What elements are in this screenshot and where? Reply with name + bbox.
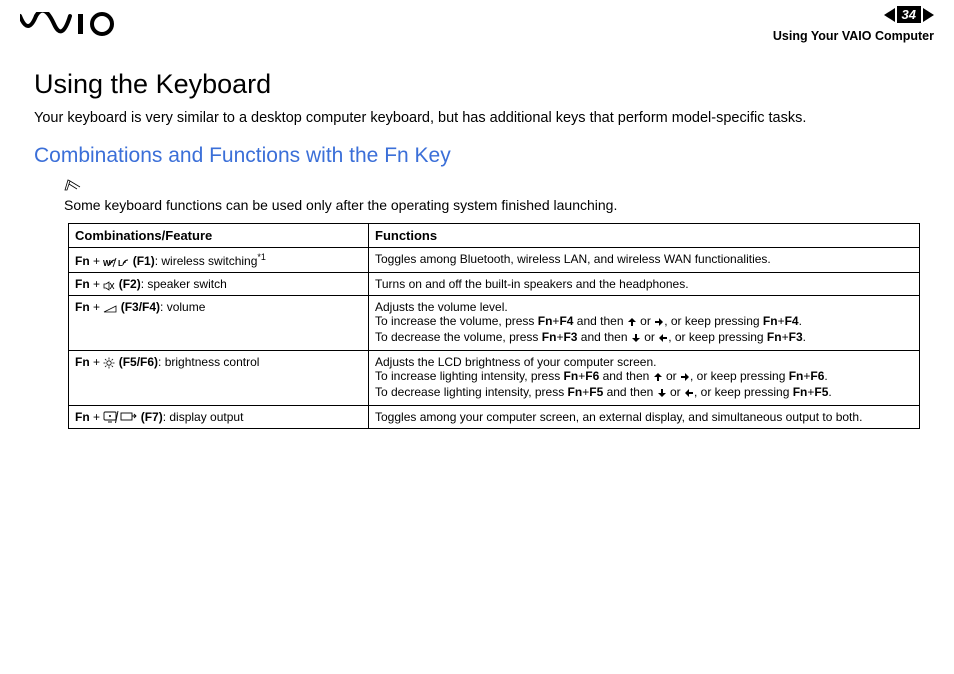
arrow-right-icon: [654, 316, 664, 330]
note-icon: [64, 178, 920, 197]
arrow-down-icon: [657, 387, 667, 401]
note: Some keyboard functions can be used only…: [34, 178, 920, 213]
combo-cell: Fn + WL (F1): wireless switching*1: [69, 247, 369, 272]
page-title: Using the Keyboard: [34, 69, 920, 100]
combo-cell: Fn + (F7): display output: [69, 405, 369, 428]
table-row: Fn + (F7): display output Toggles among …: [69, 405, 920, 428]
wireless-icon: WL: [103, 254, 129, 268]
table-row: Fn + (F3/F4): volume Adjusts the volume …: [69, 295, 920, 350]
func-cell: Toggles among your computer screen, an e…: [369, 405, 920, 428]
table-row: Fn + (F5/F6): brightness control Adjusts…: [69, 350, 920, 405]
table-header-row: Combinations/Feature Functions: [69, 223, 920, 247]
brightness-icon: [103, 355, 115, 369]
intro-text: Your keyboard is very similar to a deskt…: [34, 110, 920, 126]
content: Using the Keyboard Your keyboard is very…: [0, 43, 954, 429]
fn-key-table: Combinations/Feature Functions Fn + WL (…: [68, 223, 920, 429]
page-navigator: 34: [884, 6, 934, 23]
func-cell: Turns on and off the built-in speakers a…: [369, 272, 920, 295]
table-row: Fn + (F2): speaker switch Turns on and o…: [69, 272, 920, 295]
header-right: 34 Using Your VAIO Computer: [773, 6, 934, 43]
arrow-left-icon: [658, 332, 668, 346]
header: 34 Using Your VAIO Computer: [0, 0, 954, 43]
prev-page-icon[interactable]: [884, 8, 895, 22]
func-cell: Toggles among Bluetooth, wireless LAN, a…: [369, 247, 920, 272]
func-cell: Adjusts the LCD brightness of your compu…: [369, 350, 920, 405]
vaio-logo: [20, 12, 130, 41]
next-page-icon[interactable]: [923, 8, 934, 22]
arrow-right-icon: [680, 371, 690, 385]
page-number: 34: [897, 6, 921, 23]
display-output-icon: [103, 410, 137, 424]
note-text: Some keyboard functions can be used only…: [64, 197, 920, 213]
arrow-up-icon: [627, 316, 637, 330]
combo-cell: Fn + (F2): speaker switch: [69, 272, 369, 295]
section-name: Using Your VAIO Computer: [773, 29, 934, 43]
combo-cell: Fn + (F5/F6): brightness control: [69, 350, 369, 405]
page: 34 Using Your VAIO Computer Using the Ke…: [0, 0, 954, 674]
col-functions: Functions: [369, 223, 920, 247]
table-row: Fn + WL (F1): wireless switching*1 Toggl…: [69, 247, 920, 272]
arrow-up-icon: [653, 371, 663, 385]
func-cell: Adjusts the volume level. To increase th…: [369, 295, 920, 350]
section-heading: Combinations and Functions with the Fn K…: [34, 144, 920, 168]
svg-text:L: L: [118, 259, 123, 268]
volume-icon: [103, 300, 117, 314]
col-combinations: Combinations/Feature: [69, 223, 369, 247]
speaker-icon: [103, 277, 115, 291]
arrow-down-icon: [631, 332, 641, 346]
arrow-left-icon: [684, 387, 694, 401]
combo-cell: Fn + (F3/F4): volume: [69, 295, 369, 350]
